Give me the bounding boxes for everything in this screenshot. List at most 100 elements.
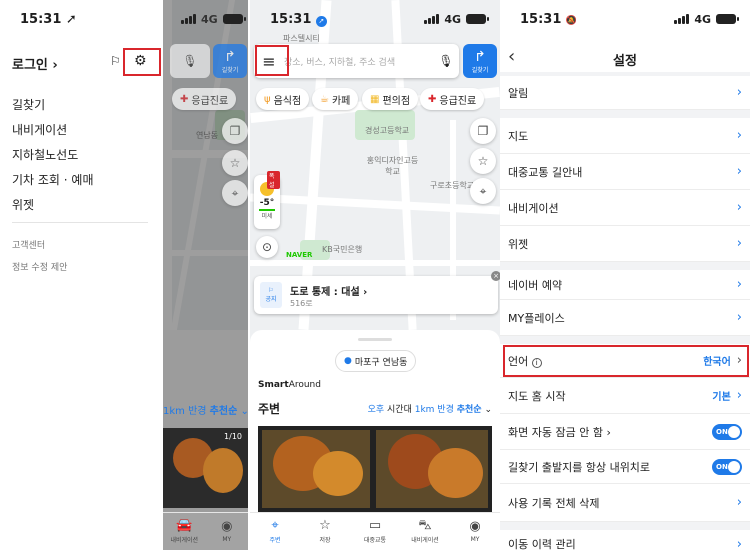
setting-auto-lock[interactable]: 화면 자동 잠금 안 함 › ON [500,414,750,450]
notice-icon[interactable]: ⚐ [110,54,121,68]
tab-navigation[interactable]: 🚘 내비게이션 [163,513,206,550]
mic-icon: 🎙 [170,44,210,78]
chip-convenience[interactable]: ▦ 편의점 [362,88,419,110]
panel-divider [248,0,250,550]
location-text: 마포구 연남동 [354,357,408,368]
layers-icon[interactable]: ❐ [222,118,248,144]
page-title: 설정 [613,54,637,69]
highlight-language [503,345,749,377]
setting-label: 위젯 [508,237,529,251]
status-bar-right: 4G [163,0,248,38]
map-label: 연남동 [196,131,219,140]
bell-off-icon: 🔕 [565,15,578,26]
store-icon: ▦ [370,93,380,105]
mic-icon[interactable]: 🎙 [433,54,459,68]
notice-card[interactable]: ⚐ 공지 도로 통제 : 대설 › 516로 × [254,271,500,314]
cross-icon: ✚ [180,93,189,105]
location-pin-icon: ⌖ [271,518,279,533]
pin-icon[interactable]: ⌖ [470,178,496,204]
start-location-toggle[interactable]: ON [712,458,742,475]
chip-label: 음식점 [273,95,302,107]
tab-transit[interactable]: ▭ 대중교통 [350,513,400,550]
menu-suggest-edit[interactable]: 정보 수정 제안 [12,260,67,273]
setting-navigation[interactable]: 내비게이션 › [500,190,750,226]
settings-screen: 15:31 🔕 4G ‹ 설정 알림 › 지도 › 대중교통 길안내 › 내비게이션 ›… [500,0,750,550]
setting-notifications[interactable]: 알림 › [500,76,750,110]
setting-label: 네이버 예약 [508,278,563,292]
tab-label: 내비게이션 [170,537,199,544]
tab-my[interactable]: ◉ MY [206,513,249,550]
setting-transit-guide[interactable]: 대중교통 길안내 › [500,154,750,190]
weather-widget[interactable]: 폭설 -5° 미세 [254,171,280,229]
setting-label: 화면 자동 잠금 안 함 [508,425,603,439]
pin-icon: ● [344,356,352,366]
auto-lock-toggle[interactable]: ON [712,423,742,440]
chip-restaurant[interactable]: ψ 음식점 [256,88,310,110]
setting-map-home[interactable]: 지도 홈 시작 기본 › [500,378,750,414]
menu-customer-center[interactable]: 고객센터 [12,238,45,251]
route-arrow-icon: ↱ [474,48,486,65]
chip-cafe[interactable]: ☕ 카페 [312,88,359,110]
menu-subway-map[interactable]: 지하철노선도 [12,146,78,163]
layers-icon[interactable]: ❐ [470,118,496,144]
chevron-right-icon: › [736,200,742,215]
location-icon[interactable]: ⊙ [256,236,278,258]
pin-icon[interactable]: ⌖ [222,180,248,206]
setting-map[interactable]: 지도 › [500,118,750,154]
tab-navigation[interactable]: ⛍ 내비게이션 [400,513,450,550]
tab-nearby[interactable]: ⌖ 주변 [250,513,300,550]
route-button[interactable]: ↱ 길찾기 [463,44,497,78]
setting-clear-history[interactable]: 사용 기록 전체 삭제 › [500,484,750,522]
setting-label: 알림 [508,86,529,100]
place-photo[interactable] [258,426,492,512]
menu-navigation[interactable]: 내비게이션 [12,121,67,138]
setting-start-location[interactable]: 길찾기 출발지를 항상 내위치로 ON [500,450,750,484]
car-icon: 🚘 [176,518,193,533]
setting-my-place[interactable]: MY플레이스 › [500,300,750,336]
tab-label: 대중교통 [363,537,387,544]
home-value: 기본 [712,392,731,403]
cross-icon: ✚ [428,93,437,105]
status-bar: 15:31 🔕 4G [500,0,750,38]
car-icon: ⛍ [418,518,432,533]
route-label: 길찾기 [221,66,239,74]
smart-around-logo: SmartAround [258,380,321,390]
chip-emergency[interactable]: ✚ 응급진료 [420,88,485,110]
star-icon[interactable]: ☆ [222,150,248,176]
filter-row[interactable]: 오후 시간대 1km 반경 추천순 ⌄ [368,402,492,415]
setting-widget[interactable]: 위젯 › [500,226,750,262]
radius-text: 1km 반경 [414,405,454,415]
chevron-right-icon: › [736,128,742,143]
menu-train[interactable]: 기차 조회 · 예매 [12,171,94,188]
screenshot-collage: 🎙 ↱ 길찾기 ✚ 응급진료 연남동 ❐ ☆ ⌖ 1km 반경 추천순 ⌄ 1/1… [0,0,750,550]
chevron-right-icon: › [736,236,742,251]
menu-directions[interactable]: 길찾기 [12,96,45,113]
radius-filter[interactable]: 1km 반경 추천순 ⌄ [163,402,248,417]
around-text: Around [288,380,321,390]
tab-my[interactable]: ◉ MY [450,513,500,550]
setting-naver-booking[interactable]: 네이버 예약 › [500,270,750,300]
chip-label: 응급진료 [191,95,229,107]
chip-label: 편의점 [382,95,411,107]
close-icon[interactable]: × [491,271,500,281]
tab-label: 내비게이션 [411,537,439,544]
chip-emergency[interactable]: ✚ 응급진료 [172,88,237,110]
place-photo[interactable]: 1/10 [163,428,248,508]
route-button[interactable]: ↱ 길찾기 [213,44,247,78]
location-chip[interactable]: ● 마포구 연남동 [335,350,417,372]
sheet-handle[interactable] [358,338,392,341]
temperature: -5° [259,198,275,208]
bus-icon: ▭ [368,518,382,533]
search-input[interactable]: 장소, 버스, 지하철, 주소 검색 [284,55,433,68]
tab-saved[interactable]: ☆ 저장 [300,513,350,550]
login-link[interactable]: 로그인 › [12,54,58,73]
dust-label: 미세 [261,213,273,220]
menu-widget[interactable]: 위젯 [12,196,34,213]
star-icon[interactable]: ☆ [470,148,496,174]
setting-movement-history[interactable]: 이동 이력 관리 › [500,530,750,550]
weather-badge: 폭설 [267,171,280,189]
map-home-screen: 파스텔시티 경성고등학교 홍익디자인고등학교 구로초등학교 KB국민은행 NAV… [250,0,500,550]
section-gap [500,336,750,344]
setting-label: 길찾기 출발지를 항상 내위치로 [508,460,651,474]
chevron-right-icon: › [736,388,742,403]
